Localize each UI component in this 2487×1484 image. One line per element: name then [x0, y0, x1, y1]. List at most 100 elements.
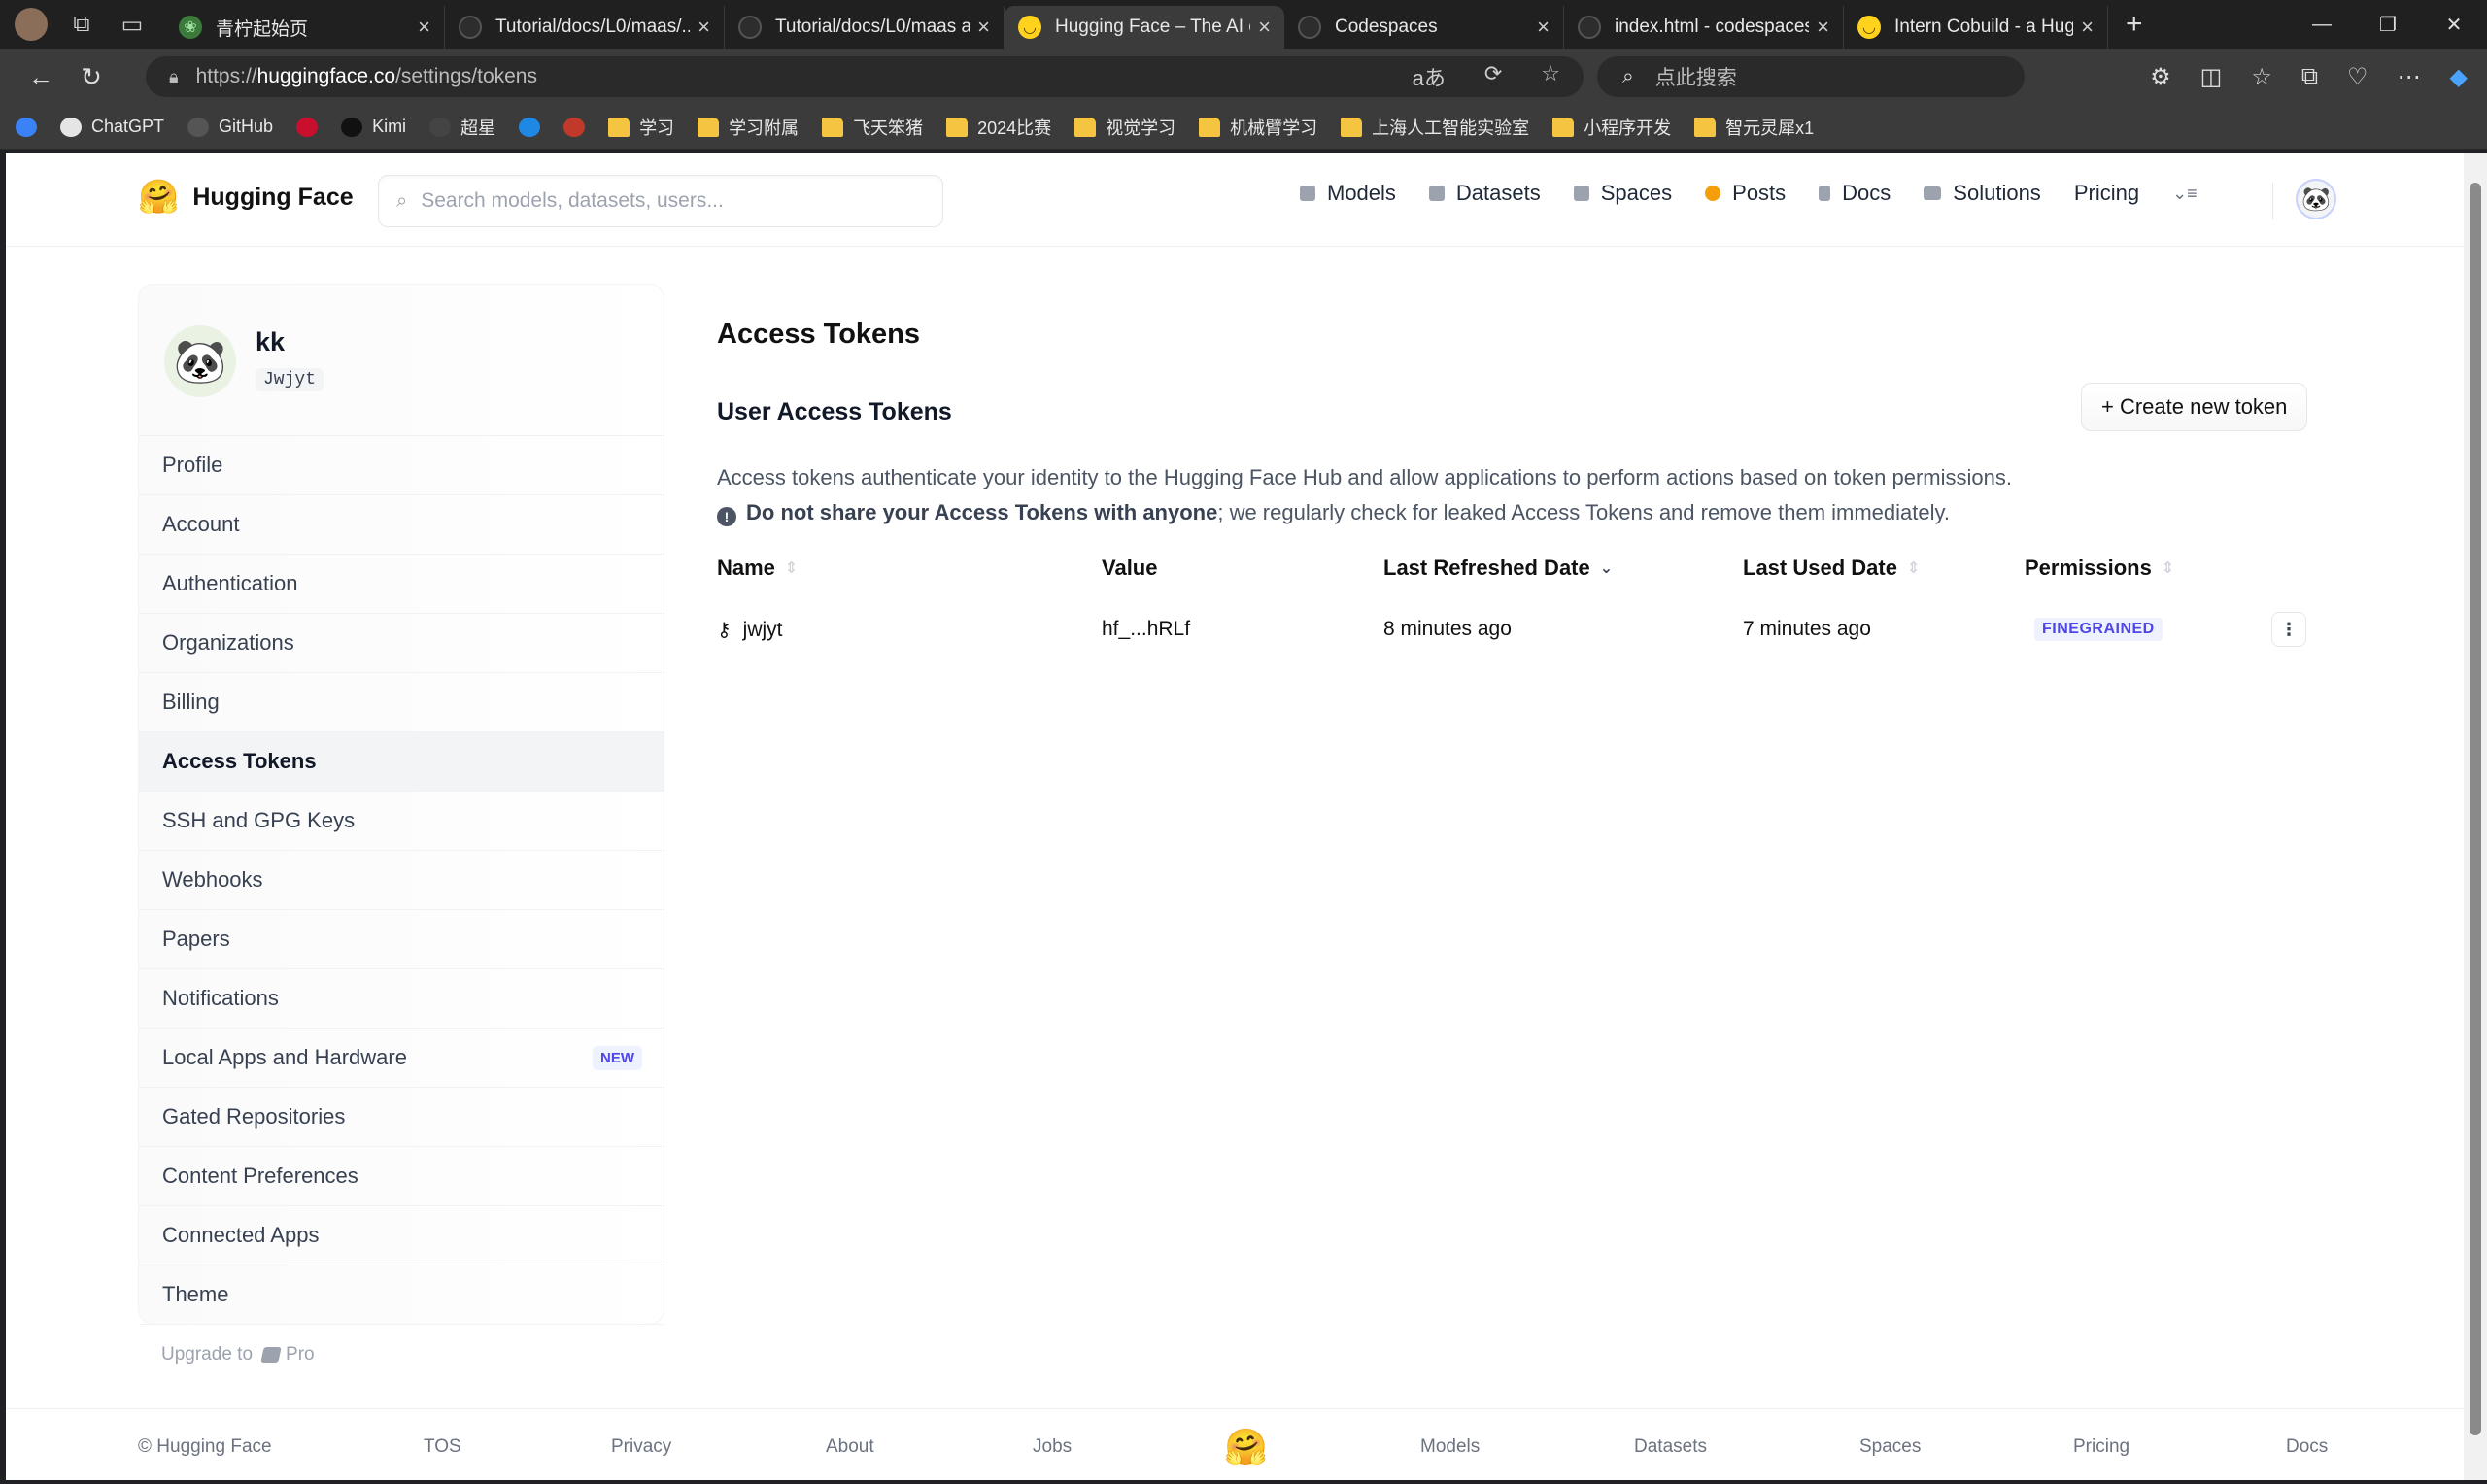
- sidebar-item-connected-apps[interactable]: Connected Apps: [139, 1206, 664, 1265]
- warning-rest: ; we regularly check for leaked Access T…: [1217, 500, 1950, 524]
- bookmark-item[interactable]: 上海人工智能实验室: [1341, 115, 1529, 140]
- sidebar-item-content-preferences[interactable]: Content Preferences: [139, 1147, 664, 1206]
- sidebar-item-authentication[interactable]: Authentication: [139, 555, 664, 614]
- favorites-icon[interactable]: ☆: [2251, 63, 2272, 91]
- translate-icon[interactable]: aあ: [1413, 61, 1446, 92]
- bookmark-item[interactable]: 2024比赛: [946, 115, 1051, 140]
- avatar[interactable]: 🐼: [2296, 179, 2336, 219]
- sidebar-item-organizations[interactable]: Organizations: [139, 614, 664, 673]
- bookmark-item[interactable]: 飞天笨猪: [822, 115, 923, 140]
- browser-search-box[interactable]: ⌕ 点此搜索: [1597, 56, 2025, 97]
- bookmark-item[interactable]: 机械臂学习: [1199, 115, 1317, 140]
- nav-solutions[interactable]: Solutions: [1924, 181, 2041, 206]
- browser-tab[interactable]: Tutorial/docs/L0/maas/... ×: [445, 6, 725, 49]
- column-header-last-used[interactable]: Last Used Date ⇕: [1743, 556, 1920, 581]
- footer-link[interactable]: Privacy: [611, 1436, 671, 1458]
- address-bar[interactable]: 🔒︎ https://huggingface.co/settings/token…: [146, 56, 1584, 97]
- bookmark-item[interactable]: Kimi: [341, 117, 406, 137]
- site-search-input[interactable]: ⌕ Search models, datasets, users...: [378, 175, 943, 227]
- minimize-icon[interactable]: —: [2289, 0, 2355, 49]
- bookmark-item[interactable]: [16, 117, 37, 137]
- footer-link[interactable]: Models: [1420, 1436, 1480, 1458]
- more-menu-icon[interactable]: ⌄≡: [2172, 184, 2197, 204]
- more-menu-icon[interactable]: ⋯: [2398, 63, 2421, 91]
- column-header-name[interactable]: Name ⇕: [717, 556, 798, 581]
- page-scrollbar[interactable]: [2464, 153, 2487, 1480]
- favorite-star-icon[interactable]: ☆: [1541, 61, 1560, 92]
- footer-link[interactable]: Spaces: [1859, 1436, 1921, 1458]
- sidebar-item-notifications[interactable]: Notifications: [139, 969, 664, 1029]
- bookmark-item[interactable]: GitHub: [187, 117, 273, 137]
- close-tab-icon[interactable]: ×: [1258, 15, 1271, 40]
- refresh-icon[interactable]: ↻: [66, 62, 117, 92]
- bookmark-item[interactable]: 超星: [429, 115, 495, 140]
- bookmark-item[interactable]: 视觉学习: [1074, 115, 1175, 140]
- profile-avatar-icon[interactable]: [12, 5, 51, 44]
- footer-link[interactable]: Jobs: [1033, 1436, 1072, 1458]
- sidebar-item-webhooks[interactable]: Webhooks: [139, 851, 664, 910]
- sidebar-item-papers[interactable]: Papers: [139, 910, 664, 969]
- bookmark-item[interactable]: 学习附属: [698, 115, 799, 140]
- footer-link[interactable]: Docs: [2286, 1436, 2328, 1458]
- nav-datasets[interactable]: Datasets: [1428, 181, 1541, 206]
- hugging-face-logo-icon[interactable]: 🤗: [1224, 1427, 1268, 1467]
- close-tab-icon[interactable]: ×: [977, 15, 990, 40]
- nav-models[interactable]: Models: [1300, 181, 1396, 206]
- nav-pricing[interactable]: Pricing: [2074, 181, 2139, 206]
- brand-logo[interactable]: 🤗 Hugging Face: [138, 181, 354, 214]
- scrollbar-thumb[interactable]: [2470, 183, 2481, 1435]
- create-new-token-button[interactable]: + Create new token: [2081, 383, 2308, 431]
- bookmark-item[interactable]: ChatGPT: [60, 117, 164, 137]
- footer-link[interactable]: About: [826, 1436, 874, 1458]
- bookmark-item[interactable]: [296, 117, 319, 137]
- sidebar-item-billing[interactable]: Billing: [139, 673, 664, 732]
- column-header-last-refreshed[interactable]: Last Refreshed Date ⌄: [1383, 556, 1613, 581]
- footer-link[interactable]: Datasets: [1634, 1436, 1707, 1458]
- upgrade-to-pro-link[interactable]: Upgrade to Pro: [161, 1344, 315, 1366]
- restore-icon[interactable]: ❐: [2355, 0, 2421, 49]
- sidebar-item-account[interactable]: Account: [139, 495, 664, 555]
- split-screen-icon[interactable]: ◫: [2200, 63, 2223, 91]
- nav-spaces[interactable]: Spaces: [1573, 181, 1672, 206]
- workspaces-icon[interactable]: ⧉: [62, 5, 101, 44]
- performance-icon[interactable]: ♡: [2347, 63, 2368, 91]
- close-tab-icon[interactable]: ×: [1817, 15, 1829, 40]
- close-tab-icon[interactable]: ×: [698, 15, 710, 40]
- back-arrow-icon[interactable]: ←: [16, 62, 66, 92]
- bookmark-item[interactable]: 学习: [608, 115, 674, 140]
- column-header-permissions[interactable]: Permissions ⇕: [2025, 556, 2174, 581]
- sidebar-item-gated-repositories[interactable]: Gated Repositories: [139, 1088, 664, 1147]
- close-window-icon[interactable]: ✕: [2421, 0, 2487, 49]
- nav-posts[interactable]: Posts: [1705, 181, 1786, 206]
- browser-tab[interactable]: Codespaces ×: [1284, 6, 1564, 49]
- bookmark-item[interactable]: 智元灵犀x1: [1694, 115, 1814, 140]
- close-tab-icon[interactable]: ×: [2081, 15, 2094, 40]
- collections-icon[interactable]: ⧉: [2301, 63, 2318, 90]
- sidebar-item-local-apps-and-hardware[interactable]: Local Apps and Hardware NEW: [139, 1029, 664, 1088]
- token-options-button[interactable]: ⋮: [2271, 612, 2306, 647]
- new-tab-icon[interactable]: +: [2126, 8, 2143, 41]
- bookmark-item[interactable]: [563, 117, 586, 137]
- sidebar-item-label: Billing: [162, 690, 220, 714]
- sidebar-item-access-tokens[interactable]: Access Tokens: [139, 732, 664, 792]
- avatar[interactable]: 🐼: [164, 325, 236, 397]
- bookmark-item[interactable]: [519, 117, 541, 137]
- footer-link[interactable]: Pricing: [2073, 1436, 2129, 1458]
- extensions-icon[interactable]: ⚙: [2150, 63, 2171, 91]
- sync-icon[interactable]: ⟳: [1484, 61, 1502, 92]
- sidebar-item-profile[interactable]: Profile: [139, 436, 664, 495]
- sidebar-item-theme[interactable]: Theme: [139, 1265, 664, 1325]
- browser-tab-active[interactable]: ◡ Hugging Face – The AI c... ×: [1005, 6, 1284, 49]
- vertical-tabs-icon[interactable]: ▭: [113, 5, 152, 44]
- sidebar-item-ssh-and-gpg-keys[interactable]: SSH and GPG Keys: [139, 792, 664, 851]
- close-tab-icon[interactable]: ×: [1537, 15, 1550, 40]
- browser-tab[interactable]: ◡ Intern Cobuild - a Huggi... ×: [1844, 6, 2108, 49]
- copilot-icon[interactable]: ◆: [2450, 63, 2468, 91]
- browser-tab[interactable]: Tutorial/docs/L0/maas a... ×: [725, 6, 1005, 49]
- nav-docs[interactable]: Docs: [1819, 181, 1891, 206]
- footer-link[interactable]: TOS: [424, 1436, 461, 1458]
- browser-tab[interactable]: index.html - codespaces-... ×: [1564, 6, 1844, 49]
- bookmark-item[interactable]: 小程序开发: [1552, 115, 1671, 140]
- close-tab-icon[interactable]: ×: [418, 15, 430, 40]
- browser-tab[interactable]: ❀ 青柠起始页 ×: [165, 6, 445, 49]
